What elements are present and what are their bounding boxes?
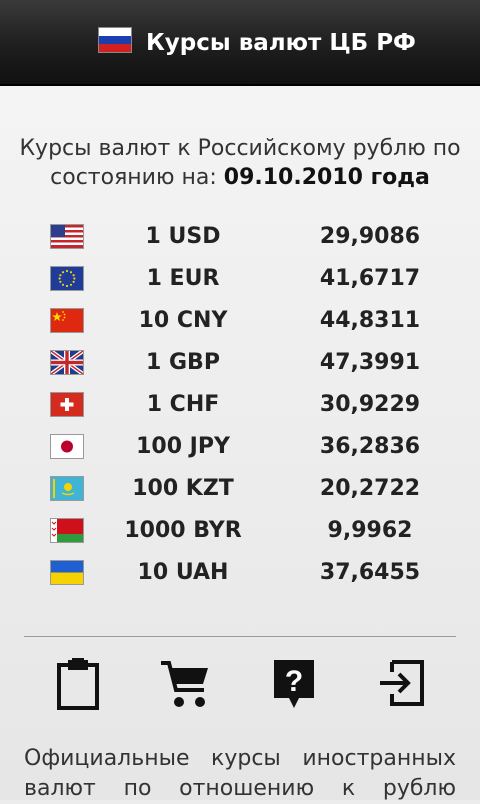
- currency-code: 100 JPY: [136, 434, 230, 459]
- rate-row-kzt[interactable]: 100 KZT 20,2722: [0, 474, 480, 516]
- currency-code: 1 USD: [145, 224, 221, 249]
- rate-row-cny[interactable]: 10 CNY 44,8311: [0, 306, 480, 348]
- kazakhstan-flag-icon: [50, 476, 84, 501]
- currency-rate: 30,9229: [319, 392, 421, 417]
- app-title: Курсы валют ЦБ РФ: [146, 30, 416, 56]
- currency-code: 1 EUR: [146, 266, 220, 291]
- china-flag-icon: [50, 308, 84, 333]
- divider: [24, 636, 456, 637]
- currency-rate: 44,8311: [319, 308, 421, 333]
- cart-button[interactable]: [158, 656, 214, 712]
- clipboard-icon: [57, 658, 99, 710]
- currency-code: 1 CHF: [146, 392, 220, 417]
- svg-text:?: ?: [285, 665, 303, 698]
- currency-code: 10 CNY: [138, 308, 228, 333]
- rate-row-byr[interactable]: 1000 BYR 9,9962: [0, 516, 480, 558]
- ukraine-flag-icon: [50, 560, 84, 585]
- currency-code: 10 UAH: [137, 560, 229, 585]
- rate-date: 09.10.2010 года: [223, 165, 430, 190]
- rate-row-jpy[interactable]: 100 JPY 36,2836: [0, 432, 480, 474]
- russia-flag-icon: [98, 27, 132, 53]
- rate-row-gbp[interactable]: 1 GBP 47,3991: [0, 348, 480, 390]
- currency-code: 100 KZT: [132, 476, 234, 501]
- intro-text: Курсы валют к Российскому рублю по состо…: [0, 134, 480, 192]
- exit-icon: [380, 660, 424, 706]
- footer-line-1: Официальные курсы иностранных: [24, 746, 456, 771]
- rate-row-eur[interactable]: 1 EUR 41,6717: [0, 264, 480, 306]
- currency-rate: 29,9086: [319, 224, 421, 249]
- currency-code: 1 GBP: [146, 350, 220, 375]
- currency-rate: 47,3991: [319, 350, 421, 375]
- uk-flag-icon: [50, 350, 84, 375]
- currency-rate: 37,6455: [319, 560, 421, 585]
- rate-row-chf[interactable]: 1 CHF 30,9229: [0, 390, 480, 432]
- currency-code: 1000 BYR: [124, 518, 242, 543]
- rate-row-usd[interactable]: 1 USD 29,9086: [0, 222, 480, 264]
- currency-rate: 41,6717: [319, 266, 421, 291]
- currency-rate: 9,9962: [327, 518, 413, 543]
- cart-icon: [161, 661, 208, 707]
- help-button[interactable]: ?: [266, 656, 322, 712]
- belarus-flag-icon: [50, 518, 84, 543]
- usa-flag-icon: [50, 224, 84, 249]
- footer-text: Официальные курсы иностранных валют по о…: [24, 744, 456, 804]
- currency-rate: 20,2722: [319, 476, 421, 501]
- switzerland-flag-icon: [50, 392, 84, 417]
- eu-flag-icon: [50, 266, 84, 291]
- japan-flag-icon: [50, 434, 84, 459]
- rate-row-uah[interactable]: 10 UAH 37,6455: [0, 558, 480, 600]
- title-bar: Курсы валют ЦБ РФ: [0, 0, 480, 86]
- exit-button[interactable]: [374, 656, 430, 712]
- currency-rate: 36,2836: [319, 434, 421, 459]
- help-icon: ?: [274, 660, 314, 708]
- clipboard-button[interactable]: [50, 656, 106, 712]
